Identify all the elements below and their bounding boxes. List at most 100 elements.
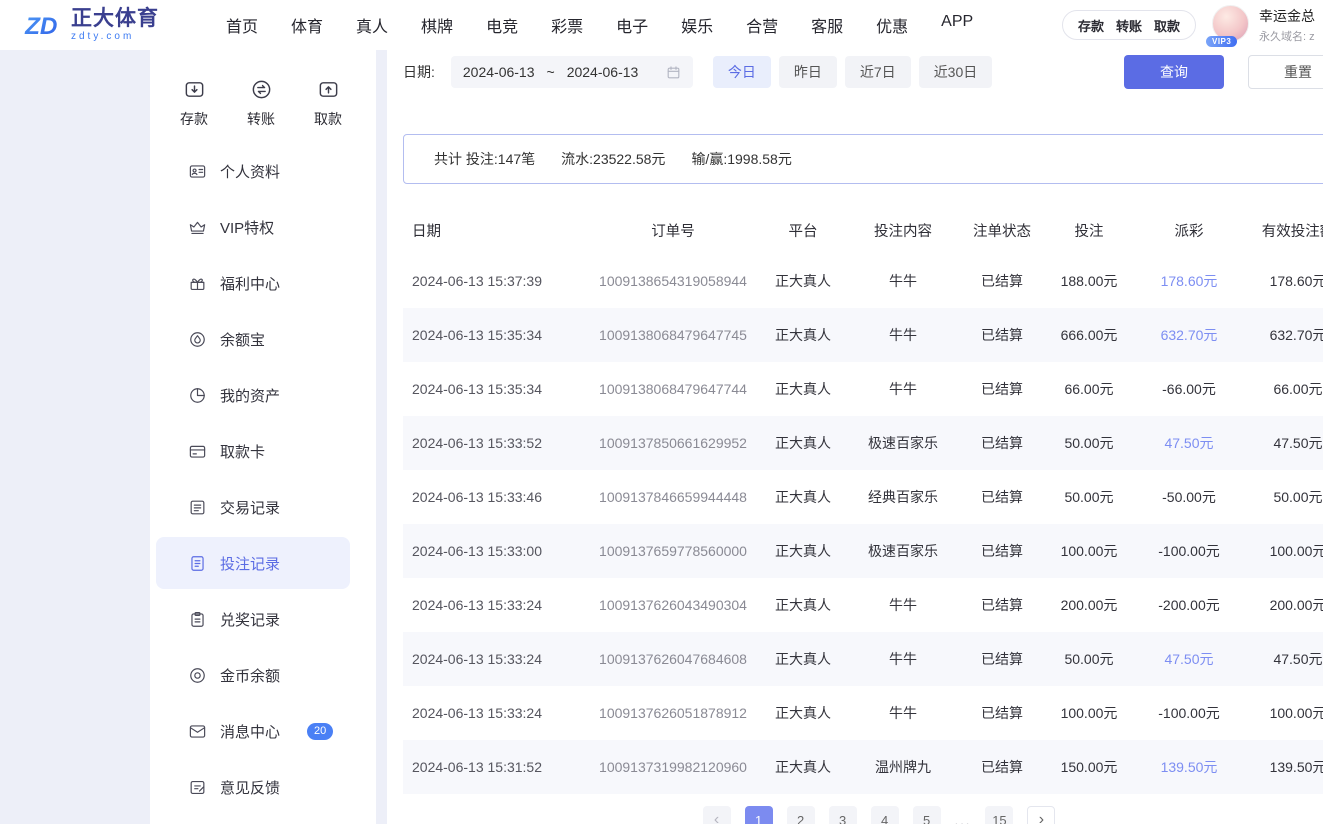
- date-to[interactable]: 2024-06-13: [567, 64, 639, 80]
- redeem-icon: [188, 610, 207, 629]
- sidebar-item-withdraw-card[interactable]: 取款卡: [156, 425, 350, 477]
- page-button-2[interactable]: 2: [787, 806, 815, 824]
- sidebar-item-bet-records[interactable]: 投注记录: [156, 537, 350, 589]
- summary-winloss: 输/赢:1998.58元: [691, 149, 791, 169]
- reset-button[interactable]: 重置: [1248, 55, 1323, 89]
- sidebar-item-label: 消息中心: [220, 721, 280, 742]
- quick-action-withdraw[interactable]: 取款: [314, 78, 342, 129]
- cell-valid-bet: 47.50元: [1241, 632, 1323, 686]
- cell-bet: 150.00元: [1041, 740, 1137, 794]
- svg-text:ZD: ZD: [24, 13, 57, 40]
- cell-platform: 正大真人: [763, 416, 843, 470]
- quick-action-transfer[interactable]: 转账: [247, 78, 275, 129]
- nav-item-娱乐[interactable]: 娱乐: [681, 13, 713, 37]
- quick-action-deposit[interactable]: 存款: [180, 78, 208, 129]
- cell-payout: 47.50元: [1137, 632, 1241, 686]
- sidebar-item-redeem-records[interactable]: 兑奖记录: [156, 593, 350, 645]
- table-row: 2024-06-13 15:37:39 1009138654319058944 …: [403, 254, 1323, 308]
- cell-platform: 正大真人: [763, 632, 843, 686]
- quick-link-取款[interactable]: 取款: [1154, 16, 1180, 35]
- cell-bet: 66.00元: [1041, 362, 1137, 416]
- cell-status: 已结算: [963, 578, 1041, 632]
- date-range-picker[interactable]: 2024-06-13 ~ 2024-06-13: [451, 56, 693, 88]
- sidebar-item-profile[interactable]: 个人资料: [156, 145, 350, 197]
- permanent-domain: 永久域名: z: [1259, 32, 1315, 43]
- sidebar-item-assets[interactable]: 我的资产: [156, 369, 350, 421]
- sidebar-item-label: 余额宝: [220, 329, 265, 350]
- cell-content: 温州牌九: [843, 740, 963, 794]
- cell-valid-bet: 139.50元: [1241, 740, 1323, 794]
- cell-order-no: 1009137626043490304: [583, 578, 763, 632]
- sidebar-item-transactions[interactable]: 交易记录: [156, 481, 350, 533]
- nav-item-真人[interactable]: 真人: [356, 13, 388, 37]
- cell-status: 已结算: [963, 524, 1041, 578]
- nav-item-体育[interactable]: 体育: [291, 13, 323, 37]
- calendar-icon[interactable]: [666, 65, 681, 80]
- quick-action-label: 存款: [180, 109, 208, 129]
- summary-total-bets: 共计 投注:147笔: [434, 149, 535, 169]
- cell-platform: 正大真人: [763, 470, 843, 524]
- page-button-15[interactable]: 15: [985, 806, 1013, 824]
- column-header: 派彩: [1137, 206, 1241, 254]
- nav-item-APP[interactable]: APP: [941, 13, 973, 37]
- range-button-近7日[interactable]: 近7日: [845, 56, 911, 88]
- cell-date: 2024-06-13 15:35:34: [403, 362, 583, 416]
- cell-payout: -100.00元: [1137, 524, 1241, 578]
- column-header: 日期: [403, 206, 583, 254]
- cell-bet: 50.00元: [1041, 470, 1137, 524]
- nav-item-合营[interactable]: 合营: [746, 13, 778, 37]
- table-row: 2024-06-13 15:33:24 1009137626051878912 …: [403, 686, 1323, 740]
- cell-status: 已结算: [963, 254, 1041, 308]
- withdraw-icon: [317, 78, 340, 101]
- cell-order-no: 1009138654319058944: [583, 254, 763, 308]
- sidebar-item-vip[interactable]: VIP特权: [156, 201, 350, 253]
- user-block[interactable]: VIP3 幸运金总 永久域名: z: [1212, 5, 1315, 45]
- cell-status: 已结算: [963, 686, 1041, 740]
- page-button-5[interactable]: 5: [913, 806, 941, 824]
- nav-item-电子[interactable]: 电子: [616, 13, 648, 37]
- next-page-button[interactable]: ›: [1027, 806, 1055, 824]
- sidebar-item-messages[interactable]: 消息中心 20: [156, 705, 350, 757]
- range-button-近30日[interactable]: 近30日: [919, 56, 993, 88]
- search-button[interactable]: 查询: [1124, 55, 1224, 89]
- cell-valid-bet: 632.70元: [1241, 308, 1323, 362]
- sidebar-item-feedback[interactable]: 意见反馈: [156, 761, 350, 813]
- cell-status: 已结算: [963, 308, 1041, 362]
- cell-content: 牛牛: [843, 686, 963, 740]
- date-from[interactable]: 2024-06-13: [463, 64, 535, 80]
- sidebar-item-coin-balance[interactable]: 金币余额: [156, 649, 350, 701]
- site-title: 正大体育: [71, 8, 159, 30]
- yuebao-icon: [188, 330, 207, 349]
- quick-link-转账[interactable]: 转账: [1116, 16, 1142, 35]
- pagination: ‹12345...15›: [403, 806, 1323, 824]
- cell-status: 已结算: [963, 362, 1041, 416]
- page-button-4[interactable]: 4: [871, 806, 899, 824]
- nav-item-客服[interactable]: 客服: [811, 13, 843, 37]
- cell-bet: 188.00元: [1041, 254, 1137, 308]
- range-button-昨日[interactable]: 昨日: [779, 56, 837, 88]
- range-button-今日[interactable]: 今日: [713, 56, 771, 88]
- cell-bet: 50.00元: [1041, 416, 1137, 470]
- transfer-icon: [250, 78, 273, 101]
- cell-content: 牛牛: [843, 308, 963, 362]
- sidebar-item-welfare[interactable]: 福利中心: [156, 257, 350, 309]
- sidebar-item-label: 意见反馈: [220, 777, 280, 798]
- quick-link-存款[interactable]: 存款: [1078, 16, 1104, 35]
- nav-item-首页[interactable]: 首页: [226, 13, 258, 37]
- logo[interactable]: ZD 正大体育 zdty.com: [24, 7, 176, 43]
- prev-page-button[interactable]: ‹: [703, 806, 731, 824]
- page-button-3[interactable]: 3: [829, 806, 857, 824]
- sidebar-item-yuebao[interactable]: 余额宝: [156, 313, 350, 365]
- cell-platform: 正大真人: [763, 578, 843, 632]
- nav-item-电竞[interactable]: 电竞: [486, 13, 518, 37]
- nav-item-优惠[interactable]: 优惠: [876, 13, 908, 37]
- nav-item-棋牌[interactable]: 棋牌: [421, 13, 453, 37]
- unread-badge: 20: [307, 723, 333, 740]
- page-button-1[interactable]: 1: [745, 806, 773, 824]
- cell-valid-bet: 50.00元: [1241, 470, 1323, 524]
- nav-item-彩票[interactable]: 彩票: [551, 13, 583, 37]
- logo-mark-icon: ZD: [24, 7, 64, 43]
- cell-date: 2024-06-13 15:33:24: [403, 632, 583, 686]
- column-header: 投注: [1041, 206, 1137, 254]
- column-header: 注单状态: [963, 206, 1041, 254]
